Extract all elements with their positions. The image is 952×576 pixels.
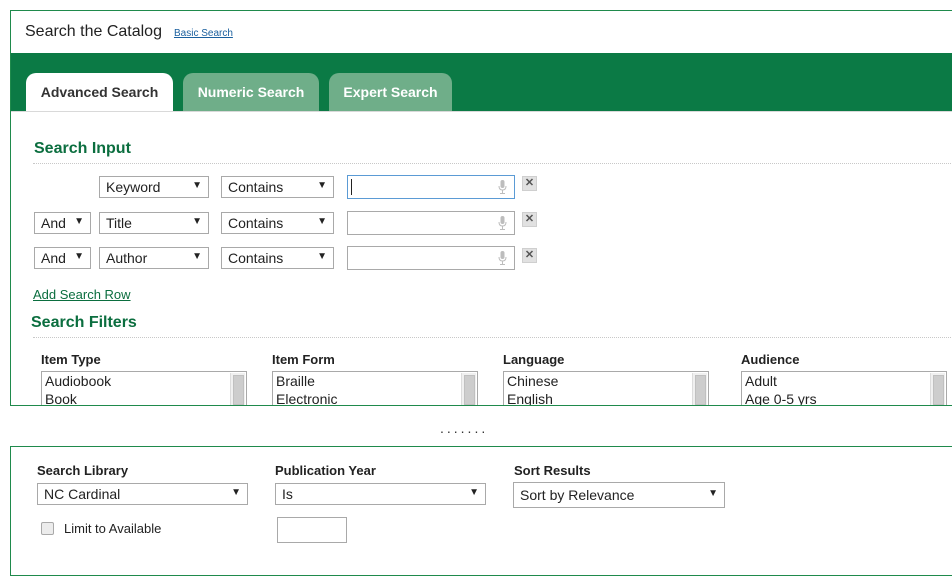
list-item[interactable]: Adult	[745, 372, 946, 390]
publication-year-select[interactable]: Is ▼	[275, 483, 486, 505]
sort-results-label: Sort Results	[514, 463, 591, 478]
close-icon: ✕	[524, 177, 535, 189]
search-term-input-row-1[interactable]	[347, 175, 515, 199]
list-item[interactable]: Audiobook	[45, 372, 246, 390]
basic-search-link[interactable]: Basic Search	[174, 28, 233, 39]
omitted-content-ellipsis: .......	[440, 420, 489, 436]
search-input-heading: Search Input	[34, 140, 131, 157]
chevron-down-icon: ▼	[469, 487, 479, 498]
chevron-down-icon: ▼	[192, 216, 202, 227]
list-item[interactable]: Book	[45, 390, 246, 405]
bool-select-row-3[interactable]: And ▼	[34, 247, 91, 269]
list-item[interactable]: English	[507, 390, 708, 405]
search-filters-heading: Search Filters	[31, 314, 137, 331]
field-select-row-1[interactable]: Keyword ▼	[99, 176, 209, 198]
chevron-down-icon: ▼	[74, 216, 84, 227]
search-options-panel: Search Library NC Cardinal ▼ Publication…	[10, 446, 952, 576]
field-select-row-3[interactable]: Author ▼	[99, 247, 209, 269]
chevron-down-icon: ▼	[231, 487, 241, 498]
field-select-row-2[interactable]: Title ▼	[99, 212, 209, 234]
list-item[interactable]: Age 0-5 yrs	[745, 390, 946, 405]
chevron-down-icon: ▼	[317, 180, 327, 191]
chevron-down-icon: ▼	[317, 251, 327, 262]
sort-results-select[interactable]: Sort by Relevance ▼	[513, 482, 725, 508]
search-term-input-row-3[interactable]	[347, 246, 515, 270]
tab-expert-search[interactable]: Expert Search	[329, 73, 452, 111]
page-title: Search the Catalog	[25, 23, 162, 40]
tab-divider	[11, 111, 952, 112]
add-search-row-link[interactable]: Add Search Row	[33, 287, 131, 302]
scrollbar-thumb[interactable]	[233, 375, 244, 405]
chevron-down-icon: ▼	[192, 180, 202, 191]
close-icon: ✕	[524, 213, 535, 225]
audience-label: Audience	[741, 352, 800, 367]
scrollbar[interactable]	[230, 373, 245, 405]
tab-numeric-search[interactable]: Numeric Search	[183, 73, 319, 111]
item-form-label: Item Form	[272, 352, 335, 367]
scrollbar-thumb[interactable]	[464, 375, 475, 405]
item-type-listbox[interactable]: Audiobook Book	[41, 371, 247, 405]
language-listbox[interactable]: Chinese English	[503, 371, 709, 405]
tab-advanced-search[interactable]: Advanced Search	[26, 73, 173, 111]
search-library-select[interactable]: NC Cardinal ▼	[37, 483, 248, 505]
microphone-icon[interactable]	[498, 180, 507, 194]
operator-select-row-2[interactable]: Contains ▼	[221, 212, 334, 234]
section-divider	[33, 163, 952, 164]
catalog-header: Search the Catalog Basic Search	[11, 11, 952, 53]
section-divider	[33, 337, 952, 338]
chevron-down-icon: ▼	[708, 488, 718, 499]
operator-select-row-1[interactable]: Contains ▼	[221, 176, 334, 198]
audience-listbox[interactable]: Adult Age 0-5 yrs	[741, 371, 947, 405]
chevron-down-icon: ▼	[317, 216, 327, 227]
bool-select-row-2[interactable]: And ▼	[34, 212, 91, 234]
search-library-label: Search Library	[37, 463, 129, 478]
operator-select-row-3[interactable]: Contains ▼	[221, 247, 334, 269]
item-form-listbox[interactable]: Braille Electronic	[272, 371, 478, 405]
scrollbar[interactable]	[461, 373, 476, 405]
text-caret	[351, 179, 352, 195]
chevron-down-icon: ▼	[74, 251, 84, 262]
remove-row-1-button[interactable]: ✕	[522, 176, 537, 191]
chevron-down-icon: ▼	[192, 251, 202, 262]
publication-year-label: Publication Year	[275, 463, 376, 478]
limit-to-available-checkbox[interactable]	[41, 522, 54, 535]
item-type-label: Item Type	[41, 352, 101, 367]
microphone-icon[interactable]	[498, 251, 507, 265]
scrollbar[interactable]	[930, 373, 945, 405]
limit-to-available-label: Limit to Available	[64, 521, 162, 536]
microphone-icon[interactable]	[498, 216, 507, 230]
list-item[interactable]: Braille	[276, 372, 477, 390]
remove-row-2-button[interactable]: ✕	[522, 212, 537, 227]
scrollbar-thumb[interactable]	[695, 375, 706, 405]
language-label: Language	[503, 352, 565, 367]
remove-row-3-button[interactable]: ✕	[522, 248, 537, 263]
list-item[interactable]: Electronic	[276, 390, 477, 405]
search-tabs: Advanced Search Numeric Search Expert Se…	[11, 53, 952, 111]
advanced-search-panel: Search the Catalog Basic Search Advanced…	[10, 10, 952, 406]
search-term-input-row-2[interactable]	[347, 211, 515, 235]
scrollbar[interactable]	[692, 373, 707, 405]
list-item[interactable]: Chinese	[507, 372, 708, 390]
scrollbar-thumb[interactable]	[933, 375, 944, 405]
publication-year-input[interactable]	[277, 517, 347, 543]
close-icon: ✕	[524, 249, 535, 261]
